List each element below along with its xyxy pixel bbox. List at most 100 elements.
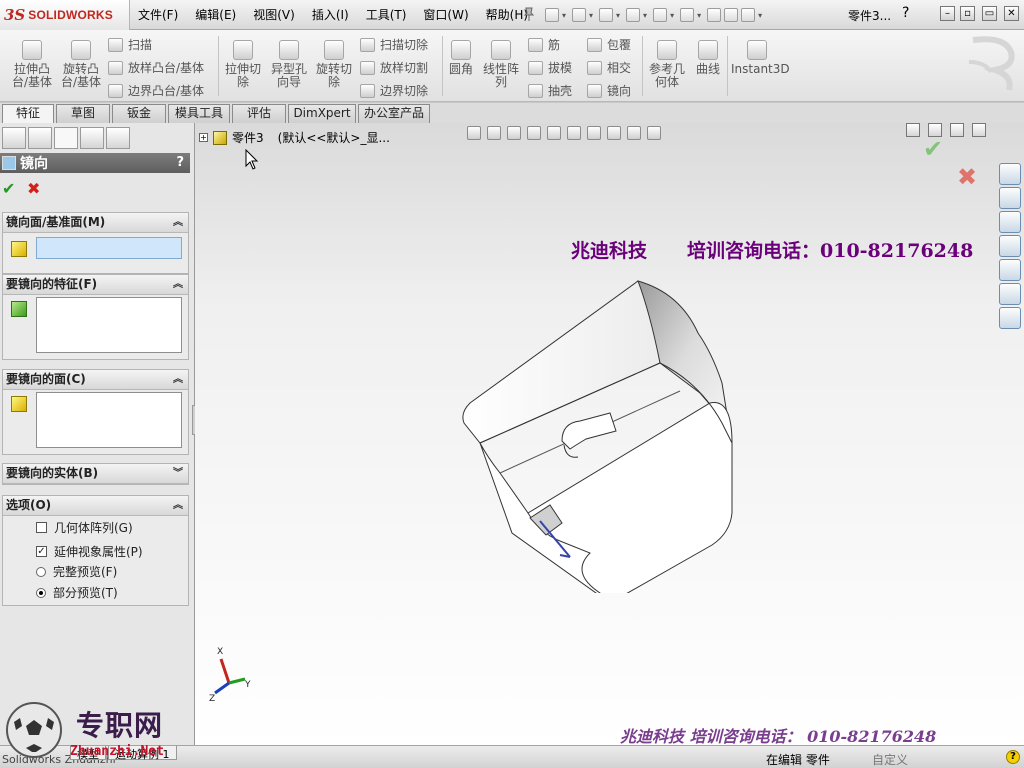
undo-icon[interactable] [653, 8, 668, 22]
loft-boss-button[interactable]: 放样凸台/基体 [108, 59, 204, 76]
graphics-area[interactable]: + 零件3 (默认<<默认>_显... ✔ ✖ 兆迪科技 培训咨询电话：010-8… [195, 123, 1024, 745]
open-icon[interactable] [572, 8, 587, 22]
expand-tree-icon[interactable]: + [199, 133, 208, 142]
display-manager-icon[interactable] [106, 127, 130, 149]
resources-icon[interactable] [999, 163, 1021, 185]
options-icon[interactable] [741, 8, 756, 22]
part-model[interactable] [450, 273, 750, 593]
edit-appearance-icon[interactable] [607, 126, 621, 140]
collapse-chevron-icon[interactable]: ︽ [173, 213, 183, 232]
swept-cut-button[interactable]: 扫描切除 [360, 36, 428, 53]
help-icon[interactable]: ? [902, 5, 909, 21]
viewport-split-icon[interactable] [906, 123, 920, 137]
features-to-mirror-list[interactable] [36, 297, 182, 353]
tab-dimxpert[interactable]: DimXpert [288, 104, 356, 123]
tab-office-products[interactable]: 办公室产品 [358, 104, 430, 123]
collapse-chevron-icon[interactable]: ︽ [173, 370, 183, 389]
zoom-to-fit-icon[interactable] [467, 126, 481, 140]
rib-button[interactable]: 筋 [528, 36, 560, 53]
tab-sketch[interactable]: 草图 [56, 104, 110, 123]
options-group-header[interactable]: 选项(O) ︽ [3, 496, 188, 516]
tile-icon[interactable]: ▭ [982, 6, 997, 21]
shell-button[interactable]: 抽壳 [528, 82, 572, 99]
expand-chevron-icon[interactable]: ︾ [173, 464, 183, 483]
confirm-cancel-icon[interactable]: ✖ [957, 163, 977, 191]
feature-tree-flyout[interactable]: + 零件3 (默认<<默认>_显... [199, 129, 390, 146]
mirror-button[interactable]: 镜向 [587, 82, 631, 99]
home-icon[interactable] [999, 187, 1021, 209]
fillet-button[interactable]: 圆角 [446, 40, 476, 76]
menu-edit[interactable]: 编辑(E) [195, 6, 236, 23]
select-dropdown-icon[interactable]: ▾ [697, 11, 701, 20]
confirm-ok-icon[interactable]: ✔ [923, 135, 943, 163]
view-orientation-icon[interactable] [547, 126, 561, 140]
new-document-icon[interactable] [545, 8, 559, 22]
file-explorer-icon[interactable] [999, 235, 1021, 257]
collapse-chevron-icon[interactable]: ︽ [173, 275, 183, 294]
extruded-boss-button[interactable]: 拉伸凸 台/基体 [8, 40, 56, 89]
reference-geometry-button[interactable]: 参考几 何体 [646, 40, 688, 89]
partial-preview-option[interactable]: 部分预览(T) [36, 584, 118, 601]
menu-tools[interactable]: 工具(T) [366, 6, 407, 23]
print-dropdown-icon[interactable]: ▾ [643, 11, 647, 20]
new-dropdown-icon[interactable]: ▾ [562, 11, 566, 20]
units-selector[interactable]: 自定义 [872, 751, 908, 768]
curves-button[interactable]: 曲线 [692, 40, 724, 76]
save-icon[interactable] [599, 8, 614, 22]
ok-button[interactable]: ✔ [2, 179, 15, 198]
previous-view-icon[interactable] [507, 126, 521, 140]
boundary-cut-button[interactable]: 边界切除 [360, 82, 428, 99]
close-icon[interactable]: ✕ [1004, 6, 1019, 21]
undo-dropdown-icon[interactable]: ▾ [670, 11, 674, 20]
hole-wizard-button[interactable]: 异型孔 向导 [268, 40, 310, 89]
geometry-pattern-option[interactable]: 几何体阵列(G) [36, 519, 133, 536]
menu-file[interactable]: 文件(F) [138, 6, 178, 23]
dimxpert-manager-icon[interactable] [80, 127, 104, 149]
features-to-mirror-group-header[interactable]: 要镜向的特征(F) ︽ [3, 275, 188, 295]
appearances-icon[interactable] [999, 283, 1021, 305]
section-view-icon[interactable] [527, 126, 541, 140]
hide-show-items-icon[interactable] [587, 126, 601, 140]
save-dropdown-icon[interactable]: ▾ [616, 11, 620, 20]
tab-features[interactable]: 特征 [2, 104, 54, 124]
instant3d-button[interactable]: Instant3D [731, 40, 790, 76]
property-manager-icon[interactable] [28, 127, 52, 149]
solidworks-logo[interactable]: 3S SOLIDWORKS [0, 0, 130, 30]
partial-preview-radio[interactable] [36, 587, 46, 598]
quick-tips-icon[interactable]: ? [1006, 750, 1020, 764]
custom-properties-icon[interactable] [999, 307, 1021, 329]
design-library-icon[interactable] [999, 211, 1021, 233]
pin-menu-icon[interactable] [523, 7, 535, 21]
revolved-cut-button[interactable]: 旋转切 除 [313, 40, 355, 89]
help-icon[interactable]: ? [176, 155, 184, 170]
minimize-icon[interactable]: – [940, 6, 955, 21]
propagate-visual-option[interactable]: ✓ 延伸视象属性(P) [36, 543, 143, 560]
configuration-manager-icon[interactable] [54, 127, 78, 149]
faces-to-mirror-group-header[interactable]: 要镜向的面(C) ︽ [3, 370, 188, 390]
draft-button[interactable]: 拔模 [528, 59, 572, 76]
display-style-icon[interactable] [567, 126, 581, 140]
geometry-pattern-checkbox[interactable] [36, 522, 47, 533]
options-dropdown-icon[interactable]: ▾ [758, 11, 762, 20]
mirror-plane-group-header[interactable]: 镜向面/基准面(M) ︽ [3, 213, 188, 233]
lofted-cut-button[interactable]: 放样切割 [360, 59, 428, 76]
zoom-to-area-icon[interactable] [487, 126, 501, 140]
rebuild-icon[interactable] [707, 8, 722, 22]
apply-scene-icon[interactable] [627, 126, 641, 140]
wrap-button[interactable]: 包覆 [587, 36, 631, 53]
linear-pattern-button[interactable]: 线性阵 列 [480, 40, 522, 89]
full-preview-radio[interactable] [36, 566, 46, 577]
restore-icon[interactable]: ▫ [960, 6, 975, 21]
extruded-cut-button[interactable]: 拉伸切 除 [222, 40, 264, 89]
tab-evaluate[interactable]: 评估 [232, 104, 286, 123]
open-dropdown-icon[interactable]: ▾ [589, 11, 593, 20]
viewport-close-icon[interactable] [972, 123, 986, 137]
view-palette-icon[interactable] [999, 259, 1021, 281]
menu-view[interactable]: 视图(V) [253, 6, 295, 23]
menu-window[interactable]: 窗口(W) [423, 6, 468, 23]
collapse-chevron-icon[interactable]: ︽ [173, 496, 183, 515]
revolved-boss-button[interactable]: 旋转凸 台/基体 [58, 40, 104, 89]
menu-help[interactable]: 帮助(H) [486, 6, 528, 23]
mirror-plane-selection-box[interactable] [36, 237, 182, 259]
print-icon[interactable] [626, 8, 641, 22]
